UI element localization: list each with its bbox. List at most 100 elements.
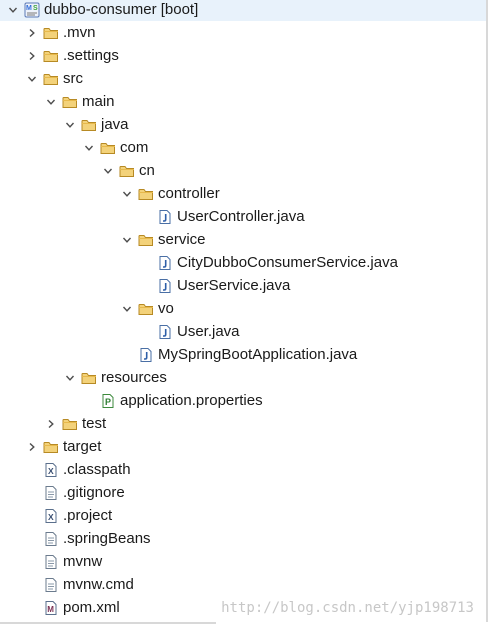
tree-item-label: src — [63, 70, 83, 87]
tree-item-label: cn — [139, 162, 155, 179]
chevron-down-icon[interactable] — [6, 3, 20, 17]
tree-item-label: target — [63, 438, 102, 455]
tree-item-label: pom.xml — [63, 599, 120, 616]
tree-item-label: resources — [101, 369, 167, 386]
chevron-down-icon[interactable] — [63, 371, 77, 385]
tree-item-springbeans[interactable]: .springBeans — [0, 527, 486, 550]
text-file-icon — [43, 531, 59, 547]
tree-item-application-properties[interactable]: Papplication.properties — [0, 389, 486, 412]
tree-item-label: UserService.java — [177, 277, 291, 294]
tree-item-gitignore[interactable]: .gitignore — [0, 481, 486, 504]
tree-item-label: controller — [158, 185, 220, 202]
folder-icon — [43, 25, 59, 41]
tree-item-controller[interactable]: controller — [0, 182, 486, 205]
xml-file-icon: X — [43, 462, 59, 478]
tree-item-mvnw[interactable]: mvnw — [0, 550, 486, 573]
tree-item-label: java — [101, 116, 129, 133]
java-file-icon — [157, 255, 173, 271]
java-file-icon — [157, 209, 173, 225]
svg-text:M: M — [47, 605, 54, 614]
tree-item-java[interactable]: java — [0, 113, 486, 136]
folder-icon — [62, 94, 78, 110]
folder-icon — [119, 163, 135, 179]
folder-icon — [81, 117, 97, 133]
svg-text:P: P — [105, 397, 111, 407]
svg-text:X: X — [48, 466, 54, 476]
chevron-down-icon[interactable] — [82, 141, 96, 155]
tree-item-label: CityDubboConsumerService.java — [177, 254, 398, 271]
tree-item-label: mvnw — [63, 553, 103, 570]
chevron-right-icon[interactable] — [44, 417, 58, 431]
folder-icon — [138, 301, 154, 317]
tree-item-src[interactable]: src — [0, 67, 486, 90]
tree-item-label: mvnw.cmd — [63, 576, 134, 593]
text-file-icon — [43, 577, 59, 593]
maven-pom-icon: M — [43, 600, 59, 616]
maven-project-icon: MS — [24, 2, 40, 18]
java-file-icon — [157, 278, 173, 294]
tree-item-label: com — [120, 139, 149, 156]
java-file-icon — [157, 324, 173, 340]
folder-icon — [43, 439, 59, 455]
tree-item-label: main — [82, 93, 115, 110]
chevron-right-icon[interactable] — [25, 440, 39, 454]
folder-icon — [100, 140, 116, 156]
tree-item-label: .classpath — [63, 461, 131, 478]
tree-item-label: User.java — [177, 323, 240, 340]
tree-item-label: MySpringBootApplication.java — [158, 346, 358, 363]
chevron-down-icon[interactable] — [44, 95, 58, 109]
tree-item-label: test — [82, 415, 107, 432]
svg-text:X: X — [48, 512, 54, 522]
chevron-right-icon[interactable] — [25, 26, 39, 40]
svg-text:S: S — [33, 5, 38, 12]
java-file-icon — [138, 347, 154, 363]
chevron-down-icon[interactable] — [63, 118, 77, 132]
tree-item-dubbo-consumer[interactable]: M Sdubbo-consumer [boot] — [0, 0, 486, 21]
text-file-icon — [43, 554, 59, 570]
chevron-down-icon[interactable] — [120, 302, 134, 316]
tree-item-label: service — [158, 231, 206, 248]
chevron-down-icon[interactable] — [120, 233, 134, 247]
project-explorer-tree: M Sdubbo-consumer [boot] .mvn .settings src m… — [0, 0, 486, 622]
tree-item-mvn[interactable]: .mvn — [0, 21, 486, 44]
folder-icon — [138, 186, 154, 202]
tree-item-userservice-java[interactable]: UserService.java — [0, 274, 486, 297]
tree-item-label: application.properties — [120, 392, 263, 409]
tree-item-user-java[interactable]: User.java — [0, 320, 486, 343]
chevron-down-icon[interactable] — [25, 72, 39, 86]
tree-item-main[interactable]: main — [0, 90, 486, 113]
folder-icon — [43, 71, 59, 87]
tree-item-myspringbootapplication-java[interactable]: MySpringBootApplication.java — [0, 343, 486, 366]
tree-item-cn[interactable]: cn — [0, 159, 486, 182]
tree-item-test[interactable]: test — [0, 412, 486, 435]
tree-item-citydubboconsumerservice-java[interactable]: CityDubboConsumerService.java — [0, 251, 486, 274]
tree-item-classpath[interactable]: X .classpath — [0, 458, 486, 481]
tree-item-project[interactable]: X .project — [0, 504, 486, 527]
tree-item-label: UserController.java — [177, 208, 305, 225]
svg-text:M: M — [26, 5, 32, 12]
tree-item-vo[interactable]: vo — [0, 297, 486, 320]
tree-item-service[interactable]: service — [0, 228, 486, 251]
tree-item-com[interactable]: com — [0, 136, 486, 159]
text-file-icon — [43, 485, 59, 501]
tree-item-usercontroller-java[interactable]: UserController.java — [0, 205, 486, 228]
tree-item-target[interactable]: target — [0, 435, 486, 458]
folder-icon — [81, 370, 97, 386]
folder-icon — [138, 232, 154, 248]
chevron-down-icon[interactable] — [101, 164, 115, 178]
tree-item-label: .project — [63, 507, 113, 524]
folder-icon — [43, 48, 59, 64]
tree-item-label: .gitignore — [63, 484, 125, 501]
watermark-text: http://blog.csdn.net/yjp198713 — [221, 600, 474, 616]
tree-item-label: .settings — [63, 47, 119, 64]
tree-item-label: vo — [158, 300, 174, 317]
tree-item-label: .mvn — [63, 24, 96, 41]
tree-item-resources[interactable]: resources — [0, 366, 486, 389]
properties-file-icon: P — [100, 393, 116, 409]
tree-item-settings[interactable]: .settings — [0, 44, 486, 67]
tree-item-mvnw-cmd[interactable]: mvnw.cmd — [0, 573, 486, 596]
tree-item-label: dubbo-consumer [boot] — [44, 1, 199, 18]
chevron-down-icon[interactable] — [120, 187, 134, 201]
chevron-right-icon[interactable] — [25, 49, 39, 63]
folder-icon — [62, 416, 78, 432]
